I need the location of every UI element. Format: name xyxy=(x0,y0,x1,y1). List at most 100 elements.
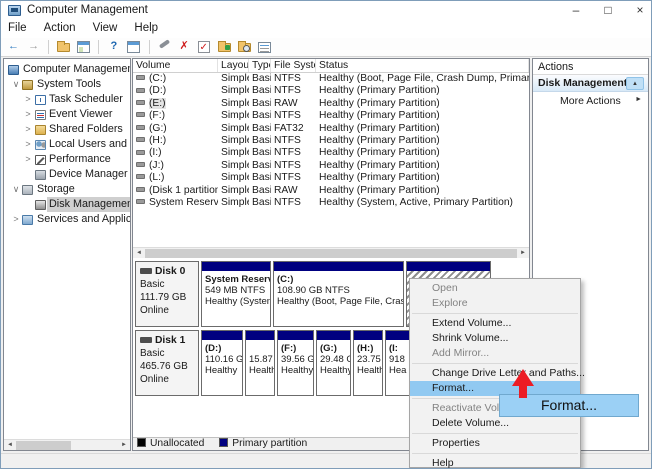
wrench-icon[interactable] xyxy=(156,39,173,55)
menu-item-extend-volume[interactable]: Extend Volume... xyxy=(410,316,580,331)
primary-partition-bar xyxy=(246,331,274,340)
unallocated-swatch xyxy=(137,438,146,447)
explore-folder-icon[interactable] xyxy=(236,39,253,55)
disk-1-label[interactable]: Disk 1 Basic 465.76 GB Online xyxy=(135,330,199,396)
table-row[interactable]: (G:)SimpleBasicFAT32Healthy (Primary Par… xyxy=(133,123,529,135)
back-icon[interactable]: ← xyxy=(5,39,22,55)
tree-item-shared-folders[interactable]: >Shared Folders xyxy=(4,122,130,137)
open-folder-icon[interactable] xyxy=(216,39,233,55)
tree-item-computer-management[interactable]: Computer Management (Local xyxy=(4,62,130,77)
maximize-button[interactable]: □ xyxy=(593,1,623,21)
table-row[interactable]: (H:)SimpleBasicNTFSHealthy (Primary Part… xyxy=(133,135,529,147)
menu-item-properties[interactable]: Properties xyxy=(410,436,580,451)
table-row[interactable]: (J:)SimpleBasicNTFSHealthy (Primary Part… xyxy=(133,160,529,172)
table-row[interactable]: System Reserved (K:)SimpleBasicNTFSHealt… xyxy=(133,197,529,209)
tree-item-services-applications[interactable]: >Services and Applications xyxy=(4,212,130,227)
column-volume[interactable]: Volume xyxy=(133,59,218,72)
expander-icon[interactable]: > xyxy=(23,122,33,137)
up-folder-icon[interactable] xyxy=(55,39,72,55)
close-button[interactable]: × xyxy=(625,1,652,21)
tree-horizontal-scrollbar[interactable]: ◄ ► xyxy=(4,439,130,450)
export-list-icon[interactable] xyxy=(125,39,142,55)
collapse-icon[interactable]: ▲ xyxy=(626,77,644,90)
table-row[interactable]: (F:)SimpleBasicNTFSHealthy (Primary Part… xyxy=(133,110,529,122)
partition-disk1-p2[interactable]: 15.87 (Health xyxy=(245,330,275,396)
partition-system-reserved[interactable]: System Reserve549 MB NTFSHealthy (System… xyxy=(201,261,271,327)
delete-volume-icon[interactable]: ✗ xyxy=(176,39,193,55)
menu-view[interactable]: View xyxy=(86,21,125,35)
expander-icon[interactable]: > xyxy=(23,137,33,152)
column-layout[interactable]: Layout xyxy=(218,59,249,72)
expander-icon[interactable]: > xyxy=(23,152,33,167)
table-row[interactable]: (D:)SimpleBasicNTFSHealthy (Primary Part… xyxy=(133,85,529,97)
volume-icon xyxy=(136,112,145,117)
tree-item-system-tools[interactable]: ∨System Tools xyxy=(4,77,130,92)
partition-c[interactable]: (C:)108.90 GB NTFSHealthy (Boot, Page Fi… xyxy=(273,261,404,327)
primary-partition-bar xyxy=(274,262,403,271)
menu-file[interactable]: File xyxy=(1,21,34,35)
partition-d[interactable]: (D:)110.16 GHealthy xyxy=(201,330,243,396)
tree-item-local-users-groups[interactable]: >Local Users and Groups xyxy=(4,137,130,152)
scroll-left-icon[interactable]: ◄ xyxy=(4,440,16,450)
services-icon xyxy=(22,215,33,225)
column-type[interactable]: Type xyxy=(249,59,271,72)
table-row[interactable]: (Disk 1 partition 2)SimpleBasicRAWHealth… xyxy=(133,185,529,197)
scroll-right-icon[interactable]: ► xyxy=(517,248,529,258)
disk-icon xyxy=(35,200,46,210)
partition-i[interactable]: (I:918Hea xyxy=(385,330,411,396)
primary-partition-swatch xyxy=(219,438,228,447)
tree-item-storage[interactable]: ∨Storage xyxy=(4,182,130,197)
tree-item-task-scheduler[interactable]: >Task Scheduler xyxy=(4,92,130,107)
checklist-icon[interactable]: ✓ xyxy=(196,39,213,55)
menu-separator xyxy=(412,363,578,364)
partition-f[interactable]: (F:)39.56 GHealthy xyxy=(277,330,314,396)
table-row[interactable]: (C:)SimpleBasicNTFSHealthy (Boot, Page F… xyxy=(133,73,529,85)
expander-icon[interactable]: ∨ xyxy=(11,77,21,92)
menu-item-shrink-volume[interactable]: Shrink Volume... xyxy=(410,331,580,346)
expander-icon[interactable]: ∨ xyxy=(11,182,21,197)
scroll-thumb[interactable] xyxy=(145,249,517,258)
actions-group-disk-management[interactable]: Disk Management ▲ xyxy=(533,75,648,92)
performance-icon xyxy=(35,155,46,165)
tree-item-performance[interactable]: >Performance xyxy=(4,152,130,167)
computer-management-window: Computer Management – □ × File Action Vi… xyxy=(0,0,652,469)
red-arrow-annotation xyxy=(512,369,534,399)
tree-item-event-viewer[interactable]: >Event Viewer xyxy=(4,107,130,122)
menu-action[interactable]: Action xyxy=(37,21,83,35)
minimize-button[interactable]: – xyxy=(561,1,591,21)
partition-h[interactable]: (H:)23.75 GHealthy xyxy=(353,330,383,396)
partition-g[interactable]: (G:)29.48 GHealthy xyxy=(316,330,351,396)
disk-0-label[interactable]: Disk 0 Basic 111.79 GB Online xyxy=(135,261,199,327)
submenu-arrow-icon: ► xyxy=(635,96,642,103)
menu-item-delete-volume[interactable]: Delete Volume... xyxy=(410,416,580,431)
menu-item-change-drive-letter[interactable]: Change Drive Letter and Paths... xyxy=(410,366,580,381)
scroll-left-icon[interactable]: ◄ xyxy=(133,248,145,258)
column-file-system[interactable]: File System xyxy=(271,59,316,72)
primary-partition-bar xyxy=(407,262,490,271)
menu-separator xyxy=(412,313,578,314)
scroll-thumb[interactable] xyxy=(16,441,71,450)
tree-item-device-manager[interactable]: Device Manager xyxy=(4,167,130,182)
expander-icon[interactable]: > xyxy=(23,92,33,107)
table-row[interactable]: (I:)SimpleBasicNTFSHealthy (Primary Part… xyxy=(133,147,529,159)
menu-item-help[interactable]: Help xyxy=(410,456,580,469)
event-viewer-icon xyxy=(35,110,46,120)
menu-bar: File Action View Help xyxy=(1,21,652,38)
table-row[interactable]: (L:)SimpleBasicNTFSHealthy (Primary Part… xyxy=(133,172,529,184)
expander-icon[interactable]: > xyxy=(23,107,33,122)
tree-item-disk-management[interactable]: Disk Management xyxy=(4,197,130,212)
show-console-tree-icon[interactable] xyxy=(75,39,92,55)
help-icon[interactable]: ? xyxy=(105,39,122,55)
arrow-stem xyxy=(519,385,527,398)
details-view-icon[interactable] xyxy=(256,39,273,55)
menu-help[interactable]: Help xyxy=(127,21,165,35)
table-row-selected[interactable]: (E:)SimpleBasicRAWHealthy (Primary Parti… xyxy=(133,98,529,110)
scroll-right-icon[interactable]: ► xyxy=(118,440,130,450)
forward-icon[interactable]: → xyxy=(25,39,42,55)
expander-icon[interactable]: > xyxy=(11,212,21,227)
volume-list-horizontal-scrollbar[interactable]: ◄ ► xyxy=(133,247,529,258)
column-status[interactable]: Status xyxy=(316,59,529,72)
primary-partition-bar xyxy=(354,331,382,340)
menu-item-open: Open xyxy=(410,281,580,296)
more-actions-item[interactable]: More Actions ► xyxy=(533,92,648,108)
